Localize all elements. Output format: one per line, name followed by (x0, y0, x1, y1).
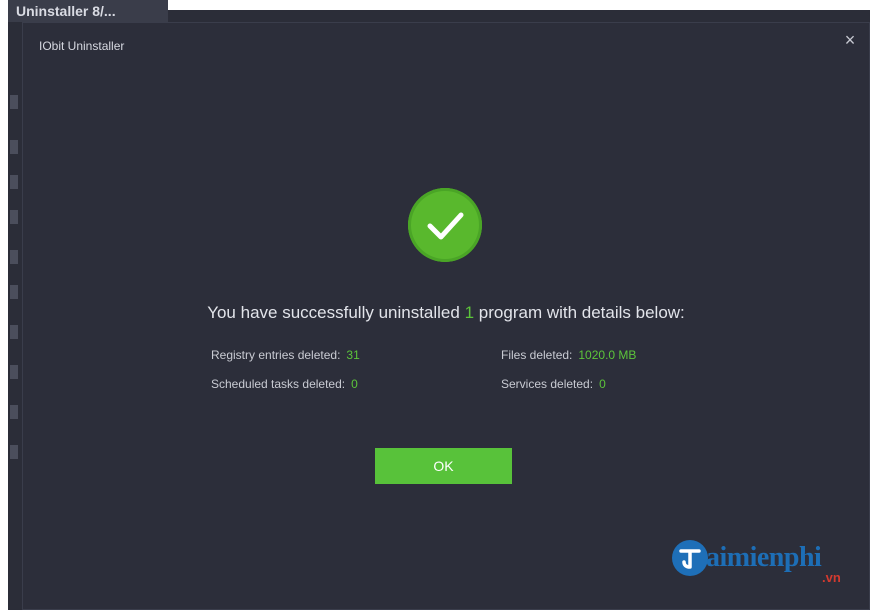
success-message: You have successfully uninstalled 1 prog… (23, 303, 869, 323)
watermark-t-icon (679, 549, 701, 569)
services-stat: Services deleted: 0 (501, 377, 606, 391)
uninstall-result-dialog: IObit Uninstaller × You have successfull… (22, 22, 870, 610)
background-sidebar-item[interactable] (10, 405, 18, 419)
watermark-logo-icon (672, 540, 708, 576)
dialog-title: IObit Uninstaller (39, 39, 125, 53)
files-stat: Files deleted: 1020.0 MB (501, 348, 636, 362)
background-app-title: Uninstaller 8/... (8, 0, 168, 22)
checkmark-icon (427, 212, 464, 240)
services-value: 0 (599, 377, 606, 391)
tasks-label: Scheduled tasks deleted: (211, 377, 346, 391)
check-circle-icon (408, 188, 482, 262)
background-sidebar-item[interactable] (10, 250, 18, 264)
background-sidebar-item[interactable] (10, 285, 18, 299)
background-sidebar-item[interactable] (10, 325, 18, 339)
background-sidebar-item[interactable] (10, 175, 18, 189)
registry-value: 31 (346, 348, 360, 362)
ok-button[interactable]: OK (375, 448, 512, 484)
registry-stat: Registry entries deleted: 31 (211, 348, 360, 362)
background-sidebar-item[interactable] (10, 365, 18, 379)
watermark-text: aimienphi (706, 542, 822, 573)
program-count: 1 (464, 303, 475, 322)
background-sidebar-item[interactable] (10, 445, 18, 459)
background-sidebar-item[interactable] (10, 95, 18, 109)
watermark-suffix: .vn (822, 570, 841, 585)
success-message-prefix: You have successfully uninstalled (207, 303, 460, 322)
tasks-value: 0 (351, 377, 358, 391)
tasks-stat: Scheduled tasks deleted: 0 (211, 377, 358, 391)
files-value: 1020.0 MB (578, 348, 637, 362)
background-sidebar-item[interactable] (10, 140, 18, 154)
background-sidebar-item[interactable] (10, 210, 18, 224)
files-label: Files deleted: (501, 348, 573, 362)
registry-label: Registry entries deleted: (211, 348, 341, 362)
success-message-suffix: program with details below: (478, 303, 685, 322)
services-label: Services deleted: (501, 377, 594, 391)
close-icon[interactable]: × (841, 31, 859, 49)
